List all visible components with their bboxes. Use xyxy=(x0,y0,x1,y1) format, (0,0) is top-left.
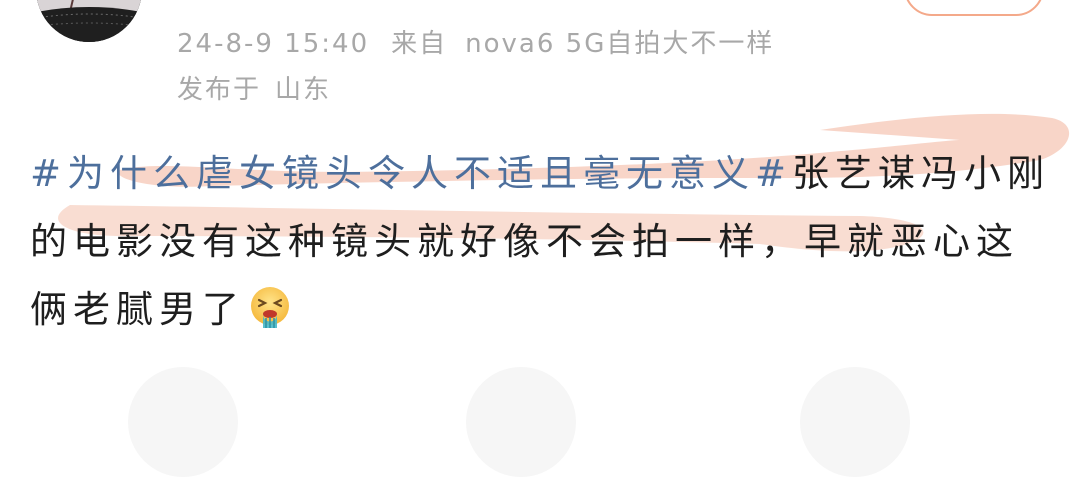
location-value: 山东 xyxy=(275,75,332,105)
post-content: #为什么虐女镜头令人不适且毫无意义#张艺谋冯小刚的电影没有这种镜头就好像不会拍一… xyxy=(30,140,1050,344)
vomit-emoji-icon xyxy=(247,284,293,330)
avatar[interactable] xyxy=(36,0,142,42)
source-device: nova6 5G自拍大不一样 xyxy=(465,29,775,59)
post-timestamp: 24-8-9 15:40 xyxy=(177,29,370,59)
follow-button[interactable] xyxy=(904,0,1044,16)
weibo-post: 24-8-9 15:40 来自 nova6 5G自拍大不一样 发布于 山东 #为什么虐… xyxy=(0,0,1080,477)
source-prefix: 来自 xyxy=(391,29,448,59)
location-prefix: 发布于 xyxy=(177,75,262,105)
bottom-action-bg xyxy=(800,367,910,477)
hashtag-link[interactable]: #为什么虐女镜头令人不适且毫无意义# xyxy=(30,152,792,195)
bottom-action-bg xyxy=(466,367,576,477)
post-location: 发布于 山东 xyxy=(177,74,331,106)
post-meta: 24-8-9 15:40 来自 nova6 5G自拍大不一样 xyxy=(177,28,774,60)
bottom-action-bg xyxy=(128,367,238,477)
